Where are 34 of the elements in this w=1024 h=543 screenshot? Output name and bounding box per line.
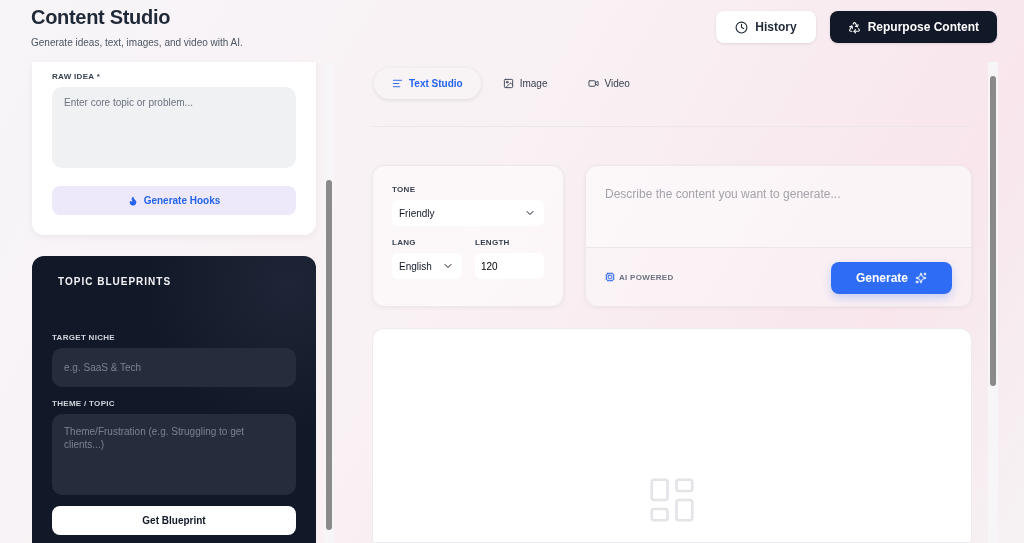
field-label: TONE	[392, 185, 417, 194]
page-subtitle: Generate ideas, text, images, and video with AI.	[31, 37, 243, 48]
clock-icon	[735, 20, 749, 34]
length-field[interactable]: 120	[475, 253, 544, 279]
field-label: LENGTH	[475, 238, 511, 247]
tone-select[interactable]: Friendly	[392, 200, 544, 226]
recycle-icon	[847, 20, 861, 34]
repurpose-button[interactable]: Repurpose Content	[829, 11, 997, 43]
video-icon	[587, 78, 599, 89]
history-button[interactable]: History	[716, 11, 816, 43]
chip-icon	[605, 272, 615, 282]
language-select[interactable]: English	[392, 253, 462, 279]
sparkles-icon	[915, 272, 927, 284]
field-label: THEME / TOPIC	[52, 399, 116, 408]
get-blueprint-button[interactable]: Get Blueprint	[52, 506, 296, 535]
tab[interactable]: Video	[569, 68, 648, 99]
page-title: Content Studio	[31, 6, 172, 29]
scrollbar[interactable]	[988, 62, 998, 543]
card-title: TOPIC BLUEPRINTS	[58, 276, 173, 287]
tab[interactable]: Image	[484, 68, 566, 99]
field-label: RAW IDEA *	[52, 72, 102, 81]
field-label: LANG	[392, 238, 417, 247]
idea-field[interactable]: Enter core topic or problem...	[52, 87, 296, 168]
image-icon	[502, 78, 514, 89]
generate-hooks-button[interactable]: Generate Hooks	[52, 186, 296, 215]
niche-field[interactable]: e.g. SaaS & Tech	[52, 348, 296, 387]
field-label: TARGET NICHE	[52, 333, 116, 342]
generate-button[interactable]: Generate	[831, 262, 952, 294]
topic-field[interactable]: Theme/Frustration (e.g. Struggling to get clients...)	[52, 414, 296, 495]
ai-powered-label: AI POWERED	[605, 272, 674, 282]
tab[interactable]: Text Studio	[374, 68, 481, 99]
scrollbar[interactable]	[324, 62, 334, 543]
text-icon	[392, 78, 403, 89]
flame-icon	[127, 195, 138, 206]
